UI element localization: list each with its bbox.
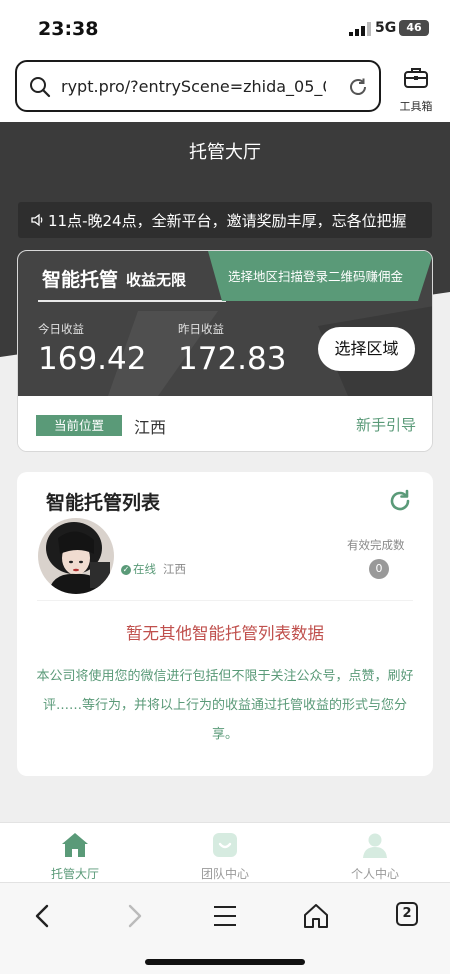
tabs-button[interactable]: 2 — [396, 902, 418, 926]
user-icon — [363, 833, 387, 858]
toolbox-button[interactable]: 工具箱 — [392, 60, 440, 113]
earnings-header: 智能托管 收益无限 选择地区扫描登录二维码赚佣金 今日收益 169.42 昨日收… — [18, 251, 432, 396]
avatar-image — [38, 518, 114, 594]
tab-hall-label: 托管大厅 — [50, 867, 99, 881]
status-time: 23:38 — [38, 18, 99, 40]
earnings-card: 智能托管 收益无限 选择地区扫描登录二维码赚佣金 今日收益 169.42 昨日收… — [17, 250, 433, 452]
home-indicator — [145, 959, 305, 965]
notice-marquee: 11点-晚24点，全新平台，邀请奖励丰厚，忘各位把握 — [18, 202, 432, 238]
browser-toolbar: rypt.pro/?entryScene=zhida_05_00... 工具箱 — [0, 54, 450, 122]
managed-list-card: 智能托管列表 ✓ 在线 江西 有效完成数 0 暂无其他智能托管列表数据 本公司将使… — [17, 472, 433, 776]
today-earnings-label: 今日收益 — [38, 322, 84, 336]
home-page-icon[interactable] — [301, 901, 331, 931]
check-icon: ✓ — [121, 565, 131, 575]
tab-profile[interactable]: 个人中心 — [300, 823, 450, 883]
bottom-tab-bar: 托管大厅 团队中心 个人中心 — [0, 822, 450, 882]
tab-team-label: 团队中心 — [200, 867, 249, 881]
refresh-icon[interactable] — [387, 488, 413, 514]
brand-title: 智能托管 — [42, 269, 119, 291]
notice-text: 11点-晚24点，全新平台，邀请奖励丰厚，忘各位把握 — [48, 212, 407, 230]
tab-profile-label: 个人中心 — [350, 867, 399, 881]
network-type: 5G — [375, 20, 397, 36]
team-icon — [213, 833, 237, 857]
scan-banner-text: 选择地区扫描登录二维码赚佣金 — [228, 269, 404, 284]
service-description: 本公司将使用您的微信进行包括但不限于关注公众号，点赞，刷好评……等行为，并将以上… — [36, 669, 414, 742]
online-status: ✓ 在线 — [121, 561, 156, 577]
battery-icon: 46 — [399, 20, 429, 36]
brand-underline — [38, 300, 226, 302]
url-text[interactable]: rypt.pro/?entryScene=zhida_05_00... — [61, 77, 326, 96]
member-region: 江西 — [163, 562, 186, 576]
list-divider — [37, 600, 413, 601]
yesterday-earnings-value: 172.83 — [178, 341, 287, 377]
page-title: 托管大厅 — [189, 142, 261, 163]
menu-icon[interactable] — [210, 901, 240, 931]
effective-count-badge: 0 — [369, 559, 389, 579]
status-bar: 23:38 5G 46 — [0, 0, 450, 54]
yesterday-earnings-label: 昨日收益 — [178, 322, 224, 336]
brand-subtitle: 收益无限 — [126, 271, 187, 289]
browser-navigation: 2 — [0, 882, 450, 974]
beginner-guide-link[interactable]: 新手引导 — [356, 414, 416, 435]
online-label: 在线 — [133, 562, 156, 576]
briefcase-icon — [404, 68, 428, 88]
toolbox-label: 工具箱 — [399, 100, 433, 113]
forward-icon[interactable] — [119, 901, 149, 931]
scan-banner[interactable]: 选择地区扫描登录二维码赚佣金 — [208, 251, 432, 301]
back-icon[interactable] — [28, 901, 58, 931]
address-bar[interactable]: rypt.pro/?entryScene=zhida_05_00... — [15, 60, 381, 112]
empty-list-message: 暂无其他智能托管列表数据 — [126, 624, 324, 643]
list-title: 智能托管列表 — [46, 492, 161, 514]
current-province: 江西 — [134, 418, 167, 437]
effective-count-label: 有效完成数 — [347, 538, 405, 552]
select-region-button[interactable]: 选择区域 — [318, 327, 415, 371]
reload-icon[interactable] — [347, 76, 369, 98]
cellular-signal-icon — [349, 22, 371, 36]
location-row: 当前位置 江西 新手引导 — [18, 396, 432, 451]
today-earnings-value: 169.42 — [38, 341, 147, 377]
avatar[interactable] — [38, 518, 114, 594]
search-icon — [30, 77, 51, 98]
tab-hall[interactable]: 托管大厅 — [0, 823, 150, 883]
tab-team[interactable]: 团队中心 — [150, 823, 300, 883]
home-icon — [62, 833, 88, 857]
current-position-badge: 当前位置 — [36, 415, 122, 436]
speaker-icon — [31, 213, 43, 227]
